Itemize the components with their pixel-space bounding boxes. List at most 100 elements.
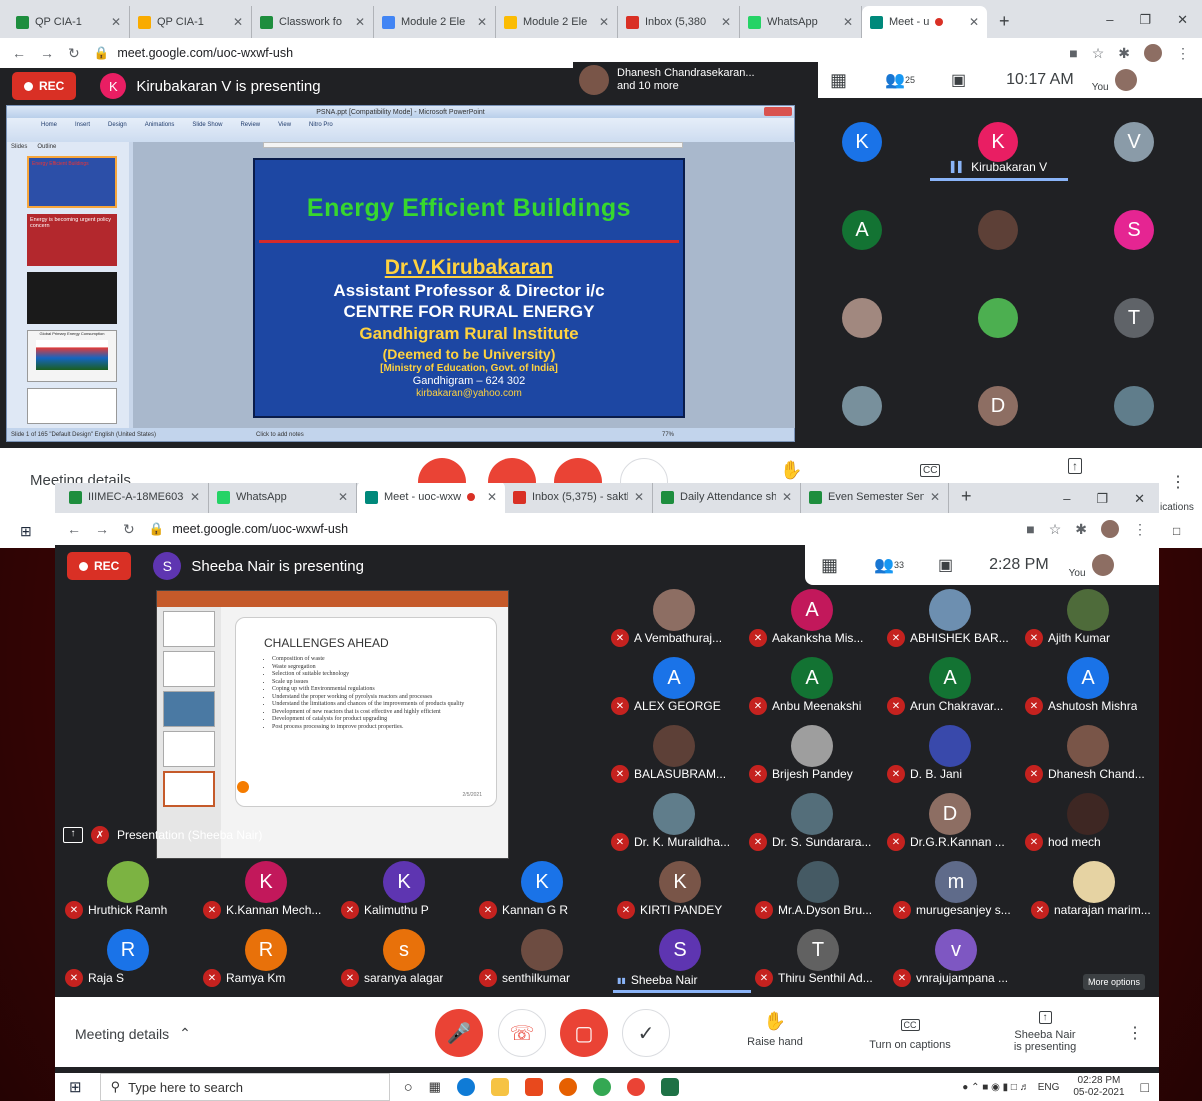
taskbar-search[interactable]: ⚲ Type here to search [99, 1073, 390, 1101]
back-icon[interactable]: ← [12, 45, 26, 61]
thumb-3[interactable] [27, 272, 117, 324]
ribbon-tab[interactable]: Home [41, 122, 57, 128]
participant-tile[interactable]: K ✕ KIRTI PANDEY [613, 855, 751, 921]
participant-tile[interactable]: m ✕ murugesanjey s... [889, 855, 1027, 921]
top-present-icon[interactable]: ↑ [1068, 458, 1082, 474]
captions-button[interactable]: CC Turn on captions [860, 1015, 960, 1051]
grid-icon[interactable]: ▦ [830, 70, 847, 91]
chrome-icon[interactable] [592, 1078, 611, 1096]
tray-icons[interactable]: ● ⌃ ■ ◉ ▮ □ ♬ [962, 1082, 1029, 1093]
chrome-profile-icon[interactable] [626, 1078, 645, 1096]
close-tab-icon[interactable]: ✕ [355, 15, 365, 29]
leave-call-button[interactable]: ☏ [498, 1009, 546, 1057]
participant-tile[interactable]: A ✕ Anbu Meenakshi [745, 651, 883, 717]
forward-icon[interactable]: → [40, 45, 54, 61]
minimize-icon[interactable]: – [1106, 12, 1113, 28]
thumb-2[interactable]: Energy is becoming urgent policy concern [27, 214, 117, 266]
top-tab[interactable]: Classwork fo ✕ [252, 6, 374, 38]
participant-tile[interactable]: ✕ Mr.A.Dyson Bru... [751, 855, 889, 921]
reload-icon[interactable]: ↻ [68, 45, 80, 62]
participant-tile[interactable]: ✕ natarajan marim... [1027, 855, 1159, 921]
participant-tile[interactable]: v ✕ vnrajujampana ... [889, 923, 1027, 989]
thumb-5[interactable] [27, 388, 117, 424]
presenting-button[interactable]: ↑ Sheeba Nair is presenting [1005, 1007, 1085, 1053]
participant-tile[interactable]: A ✕ Aakanksha Mis... [745, 583, 883, 649]
close-tab-icon[interactable]: ✕ [190, 490, 200, 504]
people-icon[interactable]: 👥 [874, 555, 894, 575]
bottom-tab[interactable]: Daily Attendance she ✕ [653, 483, 801, 513]
participant-tile[interactable]: A ✕ ALEX GEORGE [607, 651, 745, 717]
close-tab-icon[interactable]: ✕ [487, 490, 497, 504]
more-actions-button[interactable]: ✓ [622, 1009, 670, 1057]
bottom-menu-icon[interactable]: ⋮ [1127, 1023, 1143, 1043]
profile-avatar[interactable] [1101, 520, 1119, 538]
ribbon-tab[interactable]: Insert [75, 122, 90, 128]
close-tab-icon[interactable]: ✕ [843, 15, 853, 29]
menu-icon[interactable]: ⋮ [1176, 45, 1190, 62]
participant-tile[interactable]: s ✕ saranya alagar [337, 923, 475, 989]
participant-tile[interactable]: T ✕ Thiru Senthil Ad... [751, 923, 889, 989]
ribbon-tab[interactable]: Design [108, 122, 127, 128]
close-tab-icon[interactable]: ✕ [477, 15, 487, 29]
grid-icon[interactable]: ▦ [821, 555, 838, 576]
menu-icon[interactable]: ⋮ [1133, 521, 1147, 538]
top-tab[interactable]: QP CIA-1 ✕ [130, 6, 252, 38]
close-tab-icon[interactable]: ✕ [111, 15, 121, 29]
participant-tile[interactable]: ✕ ABHISHEK BAR... [883, 583, 1021, 649]
top-captions-icon[interactable]: CC [920, 464, 941, 477]
bottom-tab[interactable]: WhatsApp ✕ [209, 483, 357, 513]
close-window-icon[interactable]: ✕ [1177, 12, 1188, 28]
participant-tile[interactable]: D ✕ Dr.G.R.Kannan ... [883, 787, 1021, 853]
windows-start-icon[interactable]: ⊞ [20, 523, 32, 540]
top-tab[interactable]: Module 2 Ele ✕ [374, 6, 496, 38]
task-view-icon[interactable]: ▦ [429, 1079, 441, 1095]
participant-tile[interactable]: ✕ Hruthick Ramh [61, 855, 199, 921]
meeting-details-button[interactable]: Meeting details ⌃ [75, 1025, 191, 1042]
ribbon-tab[interactable]: Review [240, 122, 260, 128]
participant-tile[interactable]: K ✕ Kalimuthu P [337, 855, 475, 921]
forward-icon[interactable]: → [95, 521, 109, 537]
profile-avatar[interactable] [1144, 44, 1162, 62]
chat-icon[interactable]: ▣ [951, 70, 966, 90]
participant-tile[interactable]: ✕ Dr. K. Muralidha... [607, 787, 745, 853]
ribbon-tab[interactable]: View [278, 122, 291, 128]
star-icon[interactable]: ☆ [1049, 521, 1062, 538]
thumb-4[interactable]: Global Primary Energy Consumption [27, 330, 117, 382]
raise-hand-button[interactable]: ✋ Raise hand [745, 1011, 805, 1048]
chat-icon[interactable]: ▣ [938, 555, 953, 575]
camera-toggle-button[interactable]: ▢ [560, 1009, 608, 1057]
close-tab-icon[interactable]: ✕ [338, 490, 348, 504]
participant-tile[interactable]: ✕ D. B. Jani [883, 719, 1021, 785]
close-tab-icon[interactable]: ✕ [721, 15, 731, 29]
participant-tile[interactable]: ✕ Dr. S. Sundarara... [745, 787, 883, 853]
office-icon[interactable] [524, 1078, 543, 1096]
cortana-icon[interactable]: ○ [404, 1079, 413, 1096]
participant-tile[interactable]: ✕ Ajith Kumar [1021, 583, 1159, 649]
minimize-icon[interactable]: – [1063, 491, 1070, 507]
close-tab-icon[interactable]: ✕ [969, 15, 979, 29]
people-icon[interactable]: 👥 [885, 70, 905, 90]
participant-tile[interactable]: A ✕ Arun Chakravar... [883, 651, 1021, 717]
close-tab-icon[interactable]: ✕ [634, 490, 644, 504]
participant-tile[interactable]: ✕ Brijesh Pandey [745, 719, 883, 785]
bottom-tab[interactable]: Even Semester Senio ✕ [801, 483, 949, 513]
maximize-icon[interactable]: ❐ [1096, 491, 1108, 507]
participant-tile[interactable]: A ✕ Ashutosh Mishra [1021, 651, 1159, 717]
participant-tile[interactable]: R ✕ Raja S [61, 923, 199, 989]
close-tab-icon[interactable]: ✕ [599, 15, 609, 29]
top-tab[interactable]: Meet - u ✕ [862, 6, 987, 38]
close-tab-icon[interactable]: ✕ [782, 490, 792, 504]
top-menu-icon[interactable]: ⋮ [1170, 472, 1186, 492]
star-icon[interactable]: ☆ [1092, 45, 1105, 62]
participant-tile[interactable]: ✕ A Vembathuraj... [607, 583, 745, 649]
extensions-icon[interactable]: ✱ [1075, 521, 1087, 538]
ribbon-tab[interactable]: Nitro Pro [309, 122, 333, 128]
excel-icon[interactable] [660, 1078, 679, 1096]
top-tab[interactable]: WhatsApp ✕ [740, 6, 862, 38]
back-icon[interactable]: ← [67, 521, 81, 537]
participant-tile[interactable]: ✕ senthilkumar [475, 923, 613, 989]
participant-tile[interactable]: ✕ BALASUBRAM... [607, 719, 745, 785]
bottom-omnibox[interactable]: 🔒 meet.google.com/uoc-wxwf-ush [149, 517, 1013, 541]
firefox-icon[interactable] [558, 1078, 577, 1096]
close-tab-icon[interactable]: ✕ [930, 490, 940, 504]
